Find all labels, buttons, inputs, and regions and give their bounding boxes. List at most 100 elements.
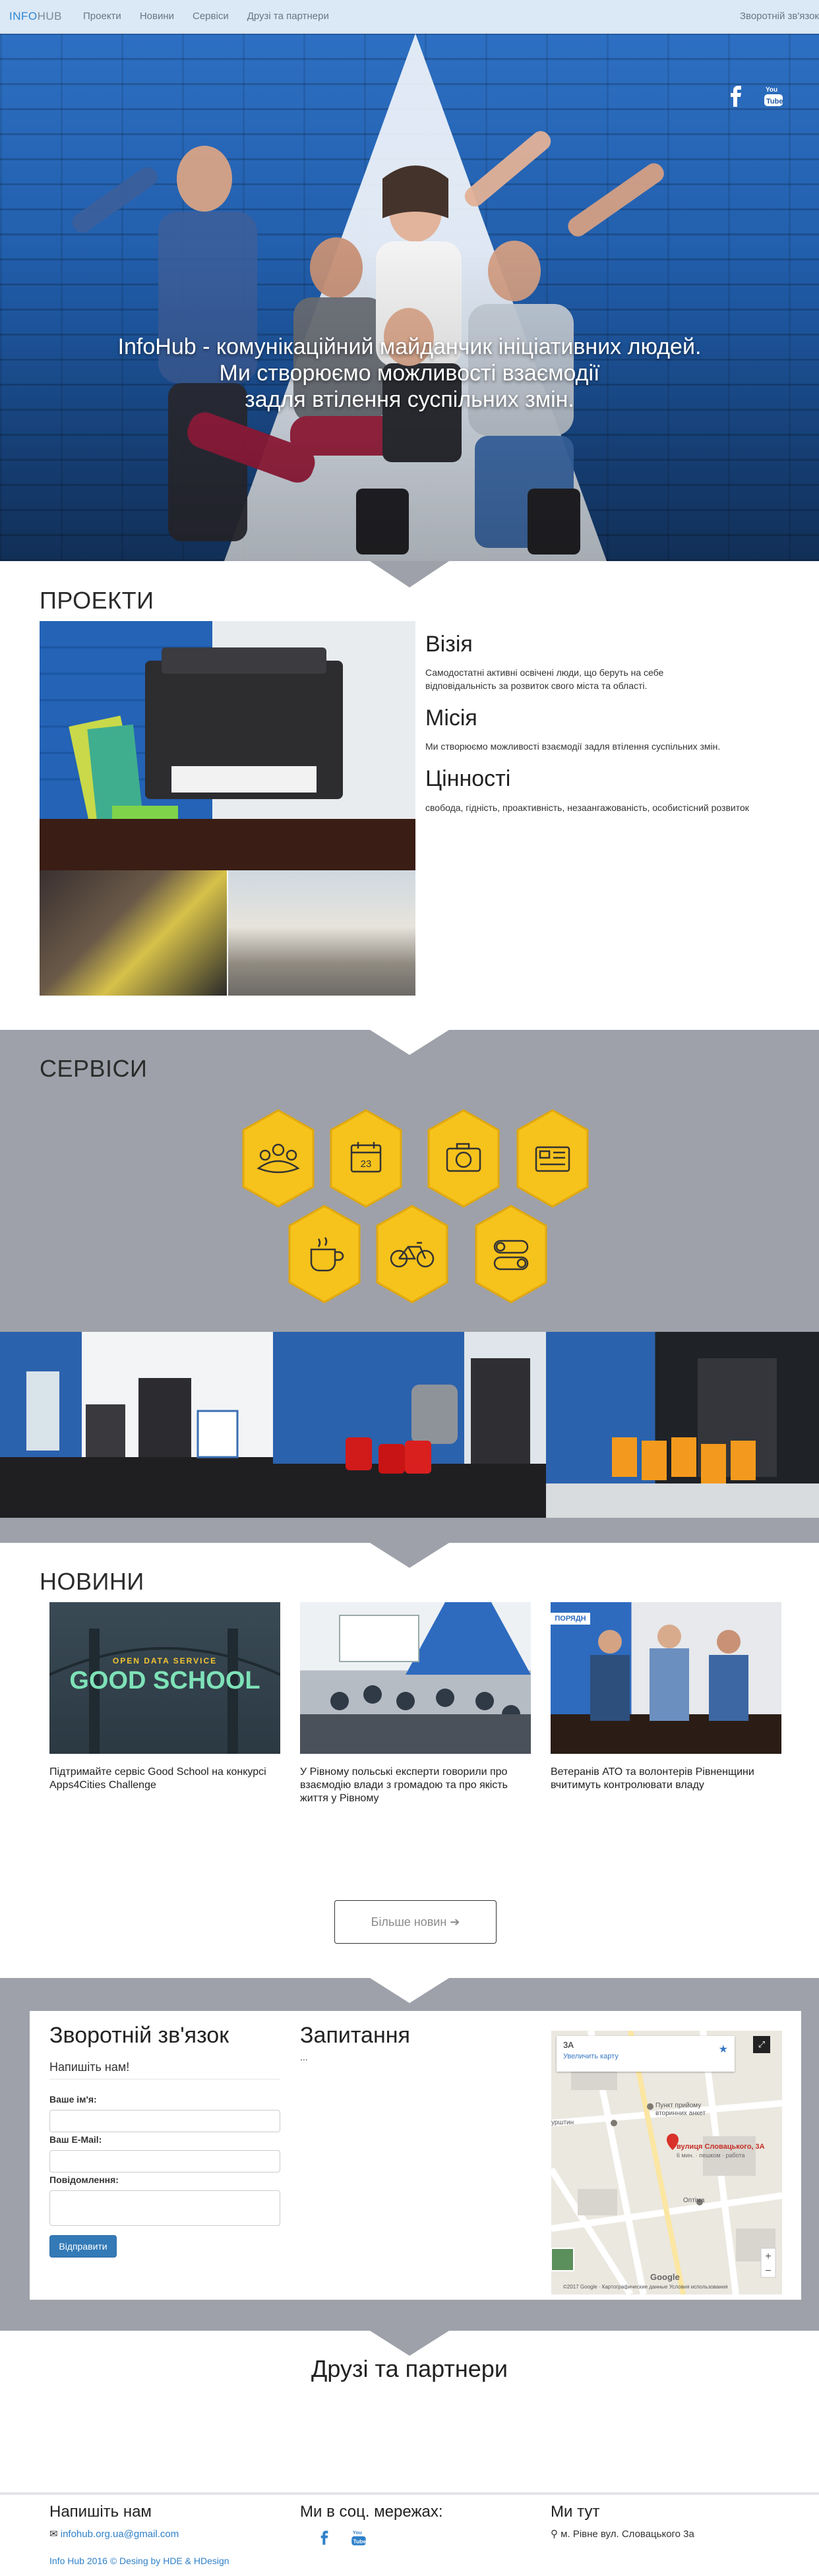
service-hex-coffee[interactable] bbox=[288, 1205, 361, 1303]
message-field[interactable] bbox=[49, 2190, 280, 2226]
contact-subtitle: Напишіть нам! bbox=[49, 2060, 130, 2074]
star-icon[interactable]: ★ bbox=[719, 2043, 728, 2056]
hero-line-3: задля втілення суспільних змін. bbox=[245, 387, 574, 412]
news-image[interactable]: ПОРЯДН bbox=[551, 1602, 781, 1754]
map-google-logo: Google bbox=[650, 2272, 680, 2282]
projects-yard-photo bbox=[228, 870, 415, 996]
news-card[interactable]: ПОРЯДН Ветеранів АТО та волонтерів Рівне… bbox=[551, 1602, 781, 1792]
map-street-1: урштин bbox=[551, 2119, 574, 2126]
hero-headline: InfoHub - комунікаційний майданчик ініці… bbox=[0, 334, 819, 413]
footer-youtube-icon[interactable]: You Tube bbox=[351, 2529, 367, 2550]
service-hex-bicycle[interactable] bbox=[376, 1205, 448, 1303]
questions-title: Запитання bbox=[300, 2023, 410, 2048]
good-school-caption: OPEN DATA SERVICE bbox=[112, 1656, 218, 1665]
svg-text:You: You bbox=[766, 86, 777, 94]
footer-here-title: Ми тут bbox=[551, 2503, 600, 2521]
contact-divider bbox=[49, 2079, 280, 2080]
service-hex-camera[interactable] bbox=[427, 1109, 500, 1208]
news-card[interactable]: OPEN DATA SERVICE GOOD SCHOOL Підтримайт… bbox=[49, 1602, 280, 1792]
message-label: Повідомлення: bbox=[49, 2174, 119, 2185]
coffee-machine-photo bbox=[0, 1332, 273, 1518]
map-poi-2: Оптіма bbox=[683, 2197, 705, 2204]
submit-button[interactable]: Відправити bbox=[49, 2235, 117, 2258]
mission-title: Місія bbox=[425, 705, 477, 731]
copyright-amp: & bbox=[182, 2556, 194, 2566]
section-chevron bbox=[370, 561, 449, 587]
news-title-link[interactable]: Ветеранів АТО та волонтерів Рівненщини в… bbox=[551, 1766, 781, 1792]
envelope-icon: ✉ bbox=[49, 2529, 58, 2540]
nav-link-partners[interactable]: Друзі та партнери bbox=[247, 11, 329, 22]
projects-title: ПРОЕКТИ bbox=[40, 587, 154, 614]
footer-facebook-icon[interactable] bbox=[320, 2531, 328, 2548]
facebook-icon[interactable] bbox=[728, 85, 744, 107]
map-place: 3А bbox=[563, 2040, 574, 2050]
partners-title: Друзі та партнери bbox=[311, 2355, 508, 2382]
map-copyright: ©2017 Google · Картографические данные У… bbox=[563, 2284, 728, 2290]
svg-text:+: + bbox=[765, 2251, 771, 2262]
hero-line-2: Ми створюємо можливості взаємодії bbox=[219, 361, 600, 386]
footer-address: м. Рівне вул. Словацького 3а bbox=[561, 2529, 694, 2540]
service-hex-idcard[interactable] bbox=[516, 1109, 589, 1208]
good-school-logo: GOOD SCHOOL bbox=[69, 1667, 260, 1694]
kettle-cups-photo bbox=[273, 1332, 546, 1518]
footer-email-link[interactable]: infohub.org.ua@gmail.com bbox=[61, 2529, 179, 2540]
more-news-button[interactable]: Більше новин ➔ bbox=[334, 1900, 497, 1944]
nav-link-feedback[interactable]: Зворотній зв'язок bbox=[740, 11, 819, 22]
svg-text:Tube: Tube bbox=[766, 98, 783, 105]
news-image[interactable] bbox=[300, 1602, 531, 1754]
vision-text: Самодостатні активні освічені люди, що б… bbox=[425, 667, 664, 691]
service-hex-people[interactable] bbox=[242, 1109, 315, 1208]
news-title-link[interactable]: Підтримайте сервіс Good School на конкур… bbox=[49, 1766, 280, 1792]
news-card[interactable]: У Рівному польські експерти говорили про… bbox=[300, 1602, 531, 1805]
footer-social-title: Ми в соц. мережах: bbox=[300, 2503, 443, 2521]
mission-text: Ми створюємо можливості взаємодії задля … bbox=[425, 741, 721, 752]
brand-logo[interactable]: INFOHUB bbox=[9, 10, 62, 23]
footer-address-row: ⚲ м. Рівне вул. Словацького 3а bbox=[551, 2528, 694, 2540]
nav-link-news[interactable]: Новини bbox=[140, 11, 174, 22]
map-street-sub: 6 мин. · пешком · работа bbox=[677, 2152, 745, 2159]
brand-part1: INFO bbox=[9, 9, 38, 22]
section-chevron bbox=[370, 1978, 449, 2003]
vision-title: Візія bbox=[425, 632, 473, 657]
hero-line-1: InfoHub - комунікаційний майданчик ініці… bbox=[117, 334, 702, 359]
map-info-card: 3А Увеличить карту ★ bbox=[557, 2036, 735, 2072]
hde-link[interactable]: HDE bbox=[163, 2556, 183, 2566]
projects-notebook-photo bbox=[40, 870, 227, 996]
section-chevron bbox=[370, 1030, 449, 1055]
email-field[interactable] bbox=[49, 2150, 280, 2172]
hero-shade bbox=[0, 34, 819, 561]
service-hex-toggle[interactable] bbox=[475, 1205, 547, 1303]
youtube-icon[interactable]: You Tube bbox=[762, 85, 785, 107]
footer-write-title: Напишіть нам bbox=[49, 2503, 152, 2521]
questions-text: ... bbox=[300, 2052, 308, 2062]
values-text: свобода, гідність, проактивність, незаан… bbox=[425, 802, 749, 813]
copyright-text: Info Hub 2016 © Desing by bbox=[49, 2556, 164, 2566]
news-sign: ПОРЯДН bbox=[551, 1613, 590, 1625]
section-chevron bbox=[370, 2331, 449, 2356]
service-hex-calendar[interactable]: 23 bbox=[330, 1109, 402, 1208]
svg-text:Tube: Tube bbox=[353, 2538, 367, 2544]
news-image[interactable]: OPEN DATA SERVICE GOOD SCHOOL bbox=[49, 1602, 280, 1754]
map-embed[interactable]: + − 3А Увеличить карту ★ ⤢ вулиця Словаць… bbox=[551, 2031, 782, 2294]
gray-band bbox=[0, 1518, 819, 1543]
brand-part2: HUB bbox=[37, 9, 63, 22]
projects-office-photo bbox=[40, 621, 415, 870]
section-chevron bbox=[370, 1543, 449, 1568]
hero-banner: InfoHub - комунікаційний майданчик ініці… bbox=[0, 34, 819, 561]
news-title-link[interactable]: У Рівному польські експерти говорили про… bbox=[300, 1766, 531, 1805]
navbar: INFOHUB Проекти Новини Сервіси Друзі та … bbox=[0, 0, 819, 33]
map-street-label: вулиця Словацького, 3А bbox=[677, 2143, 765, 2151]
map-enlarge-link[interactable]: Увеличить карту bbox=[563, 2052, 728, 2060]
nav-link-projects[interactable]: Проекти bbox=[83, 11, 121, 22]
nav-link-services[interactable]: Сервіси bbox=[193, 11, 229, 22]
paper-cups-photo bbox=[546, 1332, 819, 1518]
services-title: СЕРВІСИ bbox=[40, 1055, 148, 1082]
map-fullscreen-icon[interactable]: ⤢ bbox=[753, 2036, 770, 2053]
hdesign-link[interactable]: HDesign bbox=[194, 2556, 229, 2566]
svg-text:You: You bbox=[353, 2530, 362, 2536]
map-marker-icon: ⚲ bbox=[551, 2529, 558, 2540]
values-title: Цінності bbox=[425, 766, 511, 791]
name-field[interactable] bbox=[49, 2110, 280, 2132]
svg-text:−: − bbox=[765, 2265, 771, 2277]
footer-email-row: ✉ infohub.org.ua@gmail.com bbox=[49, 2528, 179, 2540]
